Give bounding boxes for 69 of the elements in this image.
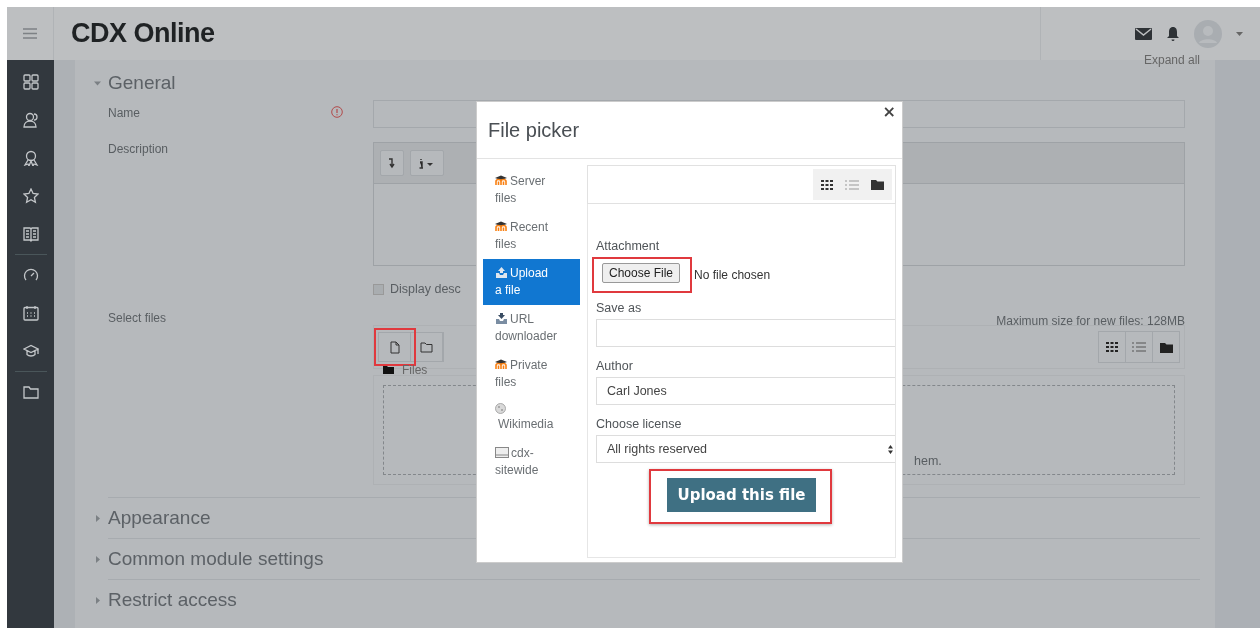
caret-right-icon[interactable] — [93, 513, 102, 523]
star-icon[interactable] — [22, 188, 39, 204]
moodle-hat-icon — [495, 175, 508, 186]
drive-icon — [495, 447, 509, 458]
max-size-text: Maximum size for new files: 128MB — [996, 314, 1185, 328]
paragraph-style-button[interactable] — [410, 150, 444, 176]
choose-file-button[interactable]: Choose File — [602, 263, 681, 283]
list-icon — [1132, 342, 1146, 352]
caret-right-icon[interactable] — [93, 595, 102, 605]
moodle-hat-icon — [495, 359, 508, 370]
path-text[interactable]: Files — [402, 363, 428, 377]
close-button[interactable]: × — [879, 102, 899, 121]
repository-item[interactable]: cdx-sitewide — [483, 445, 580, 479]
section-title[interactable]: Common module settings — [108, 548, 324, 570]
section-title[interactable]: Restrict access — [108, 589, 237, 611]
menu-icon[interactable] — [23, 28, 37, 39]
award-icon[interactable] — [22, 150, 39, 166]
field-label: Name — [108, 106, 140, 120]
repository-item[interactable]: Recent files — [483, 219, 580, 253]
repository-item[interactable]: Wikimedia — [483, 403, 580, 433]
caret-icon[interactable] — [1236, 31, 1243, 36]
mail-icon[interactable] — [1135, 27, 1152, 40]
moodle-hat-icon — [495, 221, 508, 232]
repository-item[interactable]: Server files — [483, 173, 580, 207]
cap-icon[interactable] — [22, 343, 39, 359]
field-label: Description — [108, 142, 169, 156]
repository-item[interactable]: URL downloader — [483, 311, 580, 345]
grid-view-icon[interactable] — [821, 179, 833, 190]
upload-tray-icon — [495, 267, 508, 278]
file-icon — [389, 340, 400, 354]
author-label: Author — [596, 359, 634, 373]
info-caret-icon — [418, 157, 436, 169]
save-as-label: Save as — [596, 301, 643, 315]
checkbox[interactable] — [373, 283, 384, 295]
caret-right-icon[interactable] — [93, 554, 102, 564]
folder-icon — [1159, 341, 1173, 353]
save-as-field[interactable] — [596, 319, 895, 347]
section-title[interactable]: Appearance — [108, 507, 211, 529]
field-label: Select files — [108, 311, 167, 325]
download-tray-icon — [495, 313, 508, 324]
author-field[interactable]: Carl Jones — [596, 377, 895, 405]
gauge-icon[interactable] — [22, 267, 39, 283]
select-arrows-icon — [888, 444, 893, 454]
drop-hint-text: hem. — [914, 454, 942, 468]
people-icon[interactable] — [22, 112, 39, 128]
checkbox-label: Display desc — [390, 282, 461, 296]
expand-all-link[interactable]: Expand all — [1143, 53, 1200, 67]
repository-item[interactable]: Private files — [483, 357, 580, 391]
book-icon[interactable] — [22, 226, 39, 242]
license-label: Choose license — [596, 417, 683, 431]
folder-icon — [420, 341, 433, 353]
section-title[interactable]: General — [108, 72, 176, 94]
grid-icon — [1106, 342, 1118, 352]
attachment-label: Attachment — [596, 239, 661, 253]
repository-item[interactable]: Upload a file — [483, 259, 580, 305]
expand-arrow-icon — [388, 157, 396, 169]
folder-icon — [383, 366, 394, 374]
folder-icon[interactable] — [871, 179, 884, 190]
grid-icon[interactable] — [22, 74, 39, 90]
site-logo[interactable]: CDX Online — [71, 18, 215, 49]
bell-icon[interactable] — [1166, 25, 1180, 42]
folder-icon[interactable] — [22, 384, 39, 400]
globe-icon — [495, 403, 506, 414]
dialog-title: File picker — [488, 118, 580, 142]
upload-button[interactable]: Upload this file — [667, 478, 816, 512]
toolbar-toggle-button[interactable] — [380, 150, 404, 176]
file-status-text: No file chosen — [694, 268, 771, 282]
calendar-icon[interactable] — [22, 305, 39, 321]
license-select[interactable]: All rights reserved — [596, 435, 895, 463]
